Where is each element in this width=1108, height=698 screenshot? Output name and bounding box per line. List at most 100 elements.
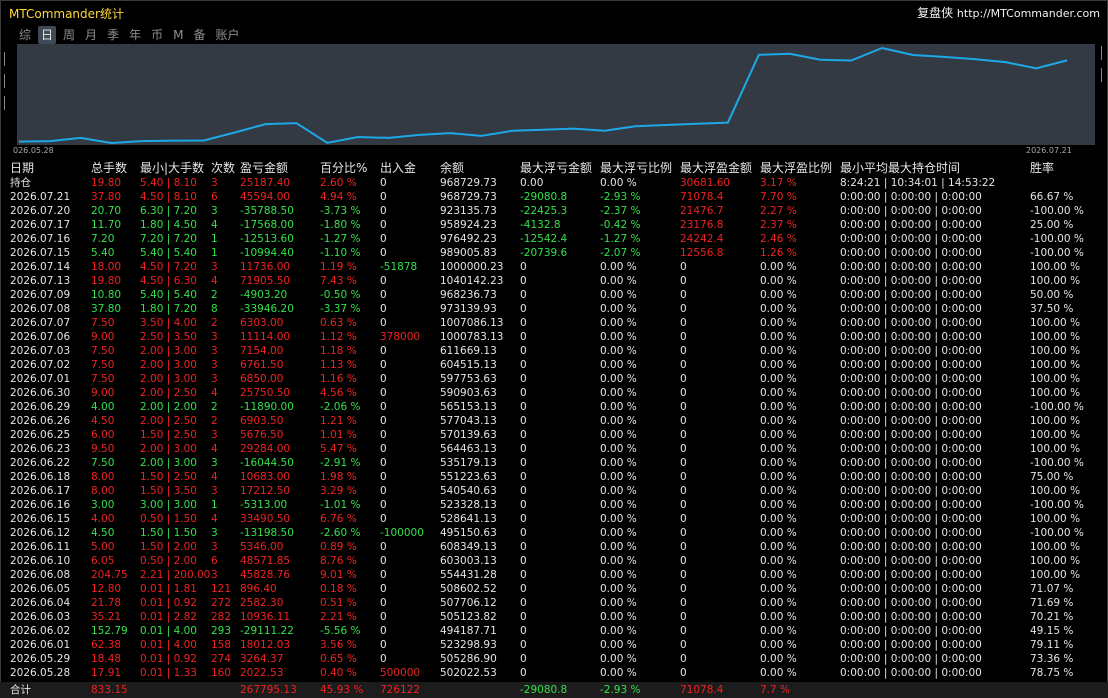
header-mfpp[interactable]: 最大浮盈比例	[760, 161, 832, 176]
table-row[interactable]: 2026.06.10 6.05 0.50 | 2.00 6 48571.85 8.76 %…	[10, 554, 1100, 568]
row-mfpp: 0.00 %	[760, 653, 797, 665]
table-row[interactable]: 2026.07.06 9.00 2.50 | 3.50 3 11114.00 1.12 %…	[10, 330, 1100, 344]
brand-name: 复盘侠	[917, 6, 954, 20]
table-row[interactable]: 2026.07.20 20.70 6.30 | 7.20 3 -35788.50 -3.7…	[10, 204, 1100, 218]
header-minmax[interactable]: 最小|大手数	[140, 161, 204, 176]
tab-7[interactable]: M	[170, 26, 186, 44]
row-minmax: 3.00 | 3.00	[140, 499, 197, 511]
tab-2[interactable]: 周	[60, 26, 78, 44]
table-row[interactable]: 2026.06.18 8.00 1.50 | 2.50 4 10683.00 1.98 %…	[10, 470, 1100, 484]
table-row[interactable]: 2026.07.17 11.70 1.80 | 4.50 4 -17568.00 -1.8…	[10, 218, 1100, 232]
header-date[interactable]: 日期	[10, 161, 34, 176]
table-row[interactable]: 2026.06.03 35.21 0.01 | 2.82 282 10936.11 2.2…	[10, 610, 1100, 624]
table-row[interactable]: 2026.06.16 3.00 3.00 | 3.00 1 -5313.00 -1.01 …	[10, 498, 1100, 512]
table-row[interactable]: 2026.06.05 12.80 0.01 | 1.81 121 896.40 0.18 …	[10, 582, 1100, 596]
table-row[interactable]: 2026.06.12 4.50 1.50 | 1.50 3 -13198.50 -2.60…	[10, 526, 1100, 540]
tab-5[interactable]: 年	[126, 26, 144, 44]
row-pl: -10994.40	[240, 247, 294, 259]
row-time: 0:00:00 | 0:00:00 | 0:00:00	[840, 569, 982, 581]
row-date: 2026.06.01	[10, 639, 71, 651]
row-date: 2026.07.09	[10, 289, 71, 301]
position-minmax: 5.40 | 8.10	[140, 177, 197, 189]
table-row[interactable]: 2026.07.09 10.80 5.40 | 5.40 2 -4903.20 -0.50…	[10, 288, 1100, 302]
row-minmax: 2.00 | 2.00	[140, 401, 197, 413]
position-bal: 968729.73	[440, 177, 497, 189]
table-row[interactable]: 2026.06.17 8.00 1.50 | 3.50 3 17212.50 3.29 %…	[10, 484, 1100, 498]
table-row[interactable]: 2026.06.01 62.38 0.01 | 4.00 158 18012.03 3.5…	[10, 638, 1100, 652]
row-lots: 152.79	[91, 625, 128, 637]
tab-0[interactable]: 综	[16, 26, 34, 44]
table-row[interactable]: 2026.07.08 37.80 1.80 | 7.20 8 -33946.20 -3.3…	[10, 302, 1100, 316]
row-count: 4	[211, 443, 218, 455]
row-lots: 37.80	[91, 191, 122, 203]
table-row[interactable]: 2026.06.22 7.50 2.00 | 3.00 3 -16044.50 -2.91…	[10, 456, 1100, 470]
header-mfp[interactable]: 最大浮盈金额	[680, 161, 752, 176]
tab-1[interactable]: 日	[38, 26, 57, 44]
table-row[interactable]: 2026.05.28 17.91 0.01 | 1.33 160 2022.53 0.40…	[10, 666, 1100, 680]
header-win[interactable]: 胜率	[1030, 161, 1054, 176]
row-pct: 2.21 %	[320, 611, 357, 623]
header-pl[interactable]: 盈亏金额	[240, 161, 288, 176]
table-row[interactable]: 2026.06.15 4.00 0.50 | 1.50 4 33490.50 6.76 %…	[10, 512, 1100, 526]
header-mfl[interactable]: 最大浮亏金额	[520, 161, 592, 176]
tab-6[interactable]: 币	[148, 26, 166, 44]
row-count: 2	[211, 415, 218, 427]
row-mfl: 0	[520, 317, 527, 329]
row-mfp: 0	[680, 317, 687, 329]
table-row[interactable]: 2026.07.21 37.80 4.50 | 8.10 6 45594.00 4.94 …	[10, 190, 1100, 204]
tab-9[interactable]: 账户	[212, 26, 242, 44]
brand[interactable]: 复盘侠 http://MTCommander.com	[917, 4, 1100, 21]
table-row[interactable]: 2026.06.23 9.50 2.00 | 3.00 4 29284.00 5.47 %…	[10, 442, 1100, 456]
header-count[interactable]: 次数	[211, 161, 235, 176]
row-bal: 1000783.13	[440, 331, 504, 343]
tab-3[interactable]: 月	[82, 26, 100, 44]
tab-4[interactable]: 季	[104, 26, 122, 44]
table-row[interactable]: 2026.07.03 7.50 2.00 | 3.00 3 7154.00 1.18 % 0…	[10, 344, 1100, 358]
row-pl: -5313.00	[240, 499, 288, 511]
brand-url[interactable]: http://MTCommander.com	[957, 7, 1100, 20]
row-minmax: 2.00 | 3.00	[140, 443, 197, 455]
row-minmax: 2.00 | 2.50	[140, 387, 197, 399]
table-row[interactable]: 2026.05.29 18.48 0.01 | 0.92 274 3264.37 0.65…	[10, 652, 1100, 666]
row-mflp: 0.00 %	[600, 625, 637, 637]
period-tabs: 综日周月季年币 M 备账户	[16, 26, 247, 44]
header-flow[interactable]: 出入金	[380, 161, 416, 176]
table-row[interactable]: 2026.06.25 6.00 1.50 | 2.50 3 5676.50 1.01 % 0…	[10, 428, 1100, 442]
table-row[interactable]: 2026.06.30 9.00 2.00 | 2.50 4 25750.50 4.56 %…	[10, 386, 1100, 400]
row-mfl: 0	[520, 583, 527, 595]
table-row[interactable]: 2026.07.07 7.50 3.50 | 4.00 2 6303.00 0.63 % 0…	[10, 316, 1100, 330]
table-row[interactable]: 2026.06.04 21.78 0.01 | 0.92 272 2582.30 0.51…	[10, 596, 1100, 610]
row-pct: 8.76 %	[320, 555, 357, 567]
row-date: 2026.06.26	[10, 415, 71, 427]
header-time[interactable]: 最小平均最大持仓时间	[840, 161, 960, 176]
table-row[interactable]: 2026.07.16 7.20 7.20 | 7.20 1 -12513.60 -1.27…	[10, 232, 1100, 246]
header-bal[interactable]: 余额	[440, 161, 464, 176]
row-bal: 923135.73	[440, 205, 497, 217]
header-pct[interactable]: 百分比%	[320, 161, 367, 176]
table-row[interactable]: 2026.07.14 18.00 4.50 | 7.20 3 11736.00 1.19 …	[10, 260, 1100, 274]
header-mflp[interactable]: 最大浮亏比例	[600, 161, 672, 176]
table-row[interactable]: 2026.06.11 5.00 1.50 | 2.00 3 5346.00 0.89 % 0…	[10, 540, 1100, 554]
header-lots[interactable]: 总手数	[91, 161, 127, 176]
row-pl: 11114.00	[240, 331, 291, 343]
row-mfp: 0	[680, 541, 687, 553]
row-lots: 6.05	[91, 555, 115, 567]
row-mflp: 0.00 %	[600, 415, 637, 427]
table-row[interactable]: 2026.06.29 4.00 2.00 | 2.00 2 -11890.00 -2.06…	[10, 400, 1100, 414]
table-row[interactable]: 2026.06.26 4.50 2.00 | 2.50 2 6903.50 1.21 % 0…	[10, 414, 1100, 428]
table-row[interactable]: 2026.06.02 152.79 0.01 | 4.00 293 -29111.22 -…	[10, 624, 1100, 638]
row-mfpp: 0.00 %	[760, 513, 797, 525]
row-bal: 989005.83	[440, 247, 497, 259]
table-row[interactable]: 2026.07.13 19.80 4.50 | 6.30 4 71905.50 7.43 …	[10, 274, 1100, 288]
row-mfp: 0	[680, 331, 687, 343]
table-header: 日期 总手数 最小|大手数 次数 盈亏金额 百分比% 出入金 余额 最大浮亏金额 最大浮亏比例 最大…	[10, 161, 1100, 176]
table-row[interactable]: 2026.07.01 7.50 2.00 | 3.00 3 6850.00 1.16 % 0…	[10, 372, 1100, 386]
table-row[interactable]: 2026.07.02 7.50 2.00 | 3.00 3 6761.50 1.13 % 0…	[10, 358, 1100, 372]
position-row[interactable]: 持仓 19.80 5.40 | 8.10 3 25187.40 2.60 % 0 968729…	[10, 176, 1100, 190]
row-mfp: 23176.8	[680, 219, 724, 231]
row-mflp: 0.00 %	[600, 345, 637, 357]
table-row[interactable]: 2026.07.15 5.40 5.40 | 5.40 1 -10994.40 -1.10…	[10, 246, 1100, 260]
table-row[interactable]: 2026.06.08 204.75 2.21 | 200.00 3 45828.76 9.…	[10, 568, 1100, 582]
tab-8[interactable]: 备	[190, 26, 208, 44]
row-mfl: 0	[520, 387, 527, 399]
